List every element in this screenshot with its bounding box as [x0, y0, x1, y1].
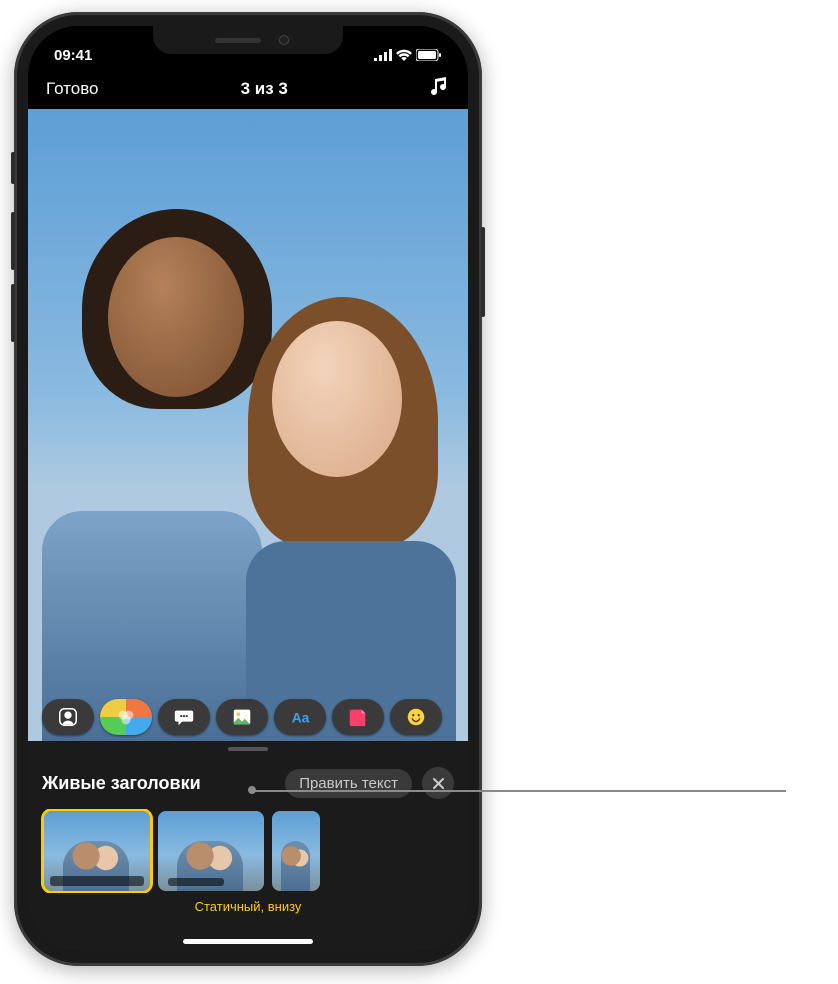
text-icon: Aa — [289, 706, 311, 728]
photo-viewer[interactable]: Aa — [28, 109, 468, 741]
title-style-option[interactable] — [158, 811, 264, 891]
panel-handle[interactable] — [28, 741, 468, 757]
music-note-icon — [430, 76, 450, 96]
status-time: 09:41 — [54, 47, 92, 64]
poster-icon — [231, 706, 253, 728]
volume-up-button — [11, 212, 15, 270]
volume-down-button — [11, 284, 15, 342]
title-style-option[interactable] — [272, 811, 320, 891]
photo-subject — [28, 197, 277, 741]
memoji-button[interactable] — [42, 699, 94, 735]
live-titles-panel: Живые заголовки Править текст Статичный,… — [28, 757, 468, 926]
emoji-icon — [405, 706, 427, 728]
text-button[interactable]: Aa — [274, 699, 326, 735]
home-indicator[interactable] — [28, 926, 468, 952]
page-title: 3 из 3 — [241, 79, 288, 99]
status-indicators — [374, 49, 442, 61]
nav-bar: Готово 3 из 3 — [28, 70, 468, 109]
effects-toolbar: Aa — [28, 699, 468, 735]
screen: 09:41 Готово 3 из 3 — [28, 26, 468, 952]
sticker-button[interactable] — [332, 699, 384, 735]
battery-icon — [416, 49, 442, 61]
poster-button[interactable] — [216, 699, 268, 735]
callout-line — [252, 790, 786, 792]
selected-style-label: Статичный, внизу — [40, 893, 456, 914]
side-button — [481, 227, 485, 317]
close-icon — [432, 777, 445, 790]
speech-bubble-icon — [173, 706, 195, 728]
panel-title: Живые заголовки — [42, 773, 201, 794]
sticker-icon — [347, 706, 369, 728]
wifi-icon — [396, 49, 412, 61]
close-panel-button[interactable] — [422, 767, 454, 799]
done-button[interactable]: Готово — [46, 79, 99, 99]
filters-button[interactable] — [100, 699, 152, 735]
notch — [153, 26, 343, 54]
svg-text:Aa: Aa — [292, 711, 310, 726]
photo-subject — [245, 273, 468, 741]
memoji-icon — [57, 706, 79, 728]
filters-icon — [115, 706, 137, 728]
title-style-option-selected[interactable] — [44, 811, 150, 891]
edit-text-button[interactable]: Править текст — [285, 769, 412, 798]
speech-bubble-button[interactable] — [158, 699, 210, 735]
music-button[interactable] — [430, 76, 450, 101]
silent-switch — [11, 152, 15, 184]
cellular-icon — [374, 49, 392, 61]
title-styles-row[interactable] — [40, 809, 456, 893]
phone-frame: 09:41 Готово 3 из 3 — [14, 12, 482, 966]
emoji-button[interactable] — [390, 699, 442, 735]
